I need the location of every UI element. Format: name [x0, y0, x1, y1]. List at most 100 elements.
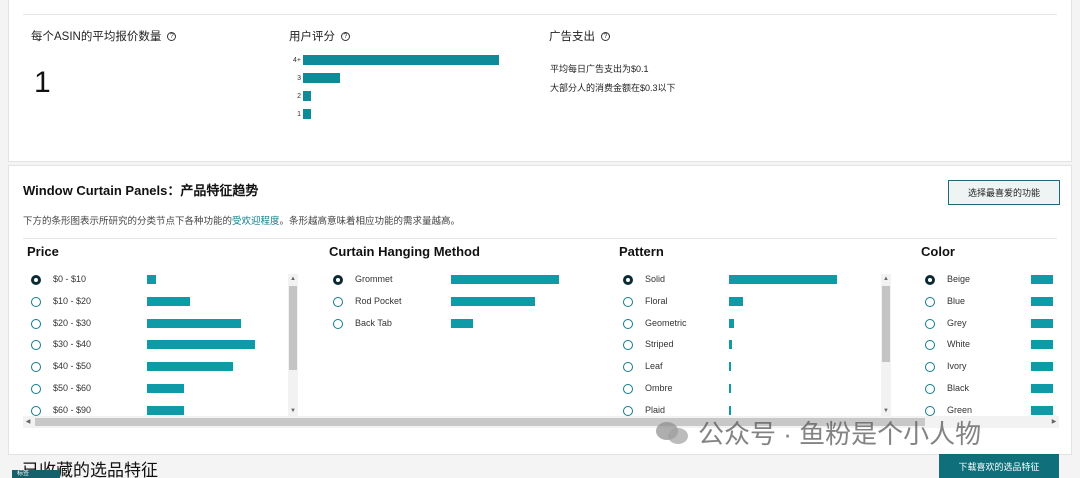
option-label: Ombre — [645, 383, 673, 393]
feature-option[interactable]: Leaf — [623, 360, 845, 374]
feature-panel-color: Color Beige Blue Grey White Ivory Black Green — [921, 244, 1053, 416]
radio-icon[interactable] — [31, 296, 41, 307]
help-icon[interactable]: ? — [167, 31, 177, 41]
feature-option[interactable]: Beige — [925, 273, 1061, 287]
feature-option[interactable]: $40 - $50 — [31, 360, 263, 374]
option-label: Blue — [947, 295, 966, 306]
radio-icon[interactable] — [623, 318, 633, 329]
panel-title: Color — [921, 244, 955, 259]
option-label: Grey — [947, 317, 967, 328]
radio-icon[interactable] — [925, 340, 935, 351]
divider — [23, 238, 1057, 239]
radio-icon[interactable] — [31, 318, 41, 329]
rating-row: 1 — [289, 109, 311, 119]
feature-option[interactable]: Blue — [925, 295, 1061, 309]
panel-title: Curtain Hanging Method — [329, 244, 480, 259]
popularity-link[interactable]: 受欢迎程度 — [232, 216, 280, 227]
option-bar — [729, 318, 734, 328]
feature-option[interactable]: Grommet — [333, 273, 567, 287]
scroll-up-icon[interactable]: ▲ — [881, 274, 891, 284]
radio-selected-icon[interactable] — [333, 275, 343, 285]
option-label: $0 - $10 — [53, 274, 87, 284]
feature-option[interactable]: Solid — [623, 273, 845, 287]
select-favorite-button[interactable]: 选择最喜爱的功能 — [948, 180, 1060, 205]
pattern-scrollbar[interactable]: ▲ ▼ — [881, 274, 891, 416]
radio-icon[interactable] — [31, 362, 41, 373]
feature-option[interactable]: Back Tab — [333, 317, 567, 331]
radio-icon[interactable] — [623, 340, 633, 351]
feature-option[interactable]: Floral — [623, 295, 845, 309]
radio-icon[interactable] — [623, 405, 633, 416]
feature-option[interactable]: Ombre — [623, 382, 845, 396]
description-text-end: 。条形越高意味着相应功能的需求量越高。 — [279, 216, 461, 227]
tag-chip[interactable]: 标签 — [12, 470, 60, 478]
rating-bar — [303, 109, 311, 119]
avg-offers-title: 每个ASIN的平均报价数量 — [31, 31, 162, 43]
feature-option[interactable]: $0 - $10 — [31, 273, 263, 287]
option-label: Beige — [947, 274, 971, 284]
scroll-right-icon[interactable]: ▶ — [1049, 416, 1059, 428]
download-favorites-button[interactable]: 下载喜欢的选品特征 — [939, 454, 1059, 478]
feature-option[interactable]: Ivory — [925, 360, 1061, 374]
radio-icon[interactable] — [31, 405, 41, 416]
feature-option[interactable]: $10 - $20 — [31, 295, 263, 309]
rating-row: 3 — [289, 73, 340, 83]
scroll-up-icon[interactable]: ▲ — [288, 274, 298, 284]
rating-label: 3 — [297, 74, 301, 82]
feature-panel-price: Price $0 - $10 $10 - $20 $20 - $30 $30 - $40… — [27, 244, 297, 416]
option-label: Leaf — [645, 361, 663, 372]
watermark-text: 公众号 · 鱼粉是个小人物 — [698, 419, 982, 449]
feature-panel-curtain-hanging-method: Curtain Hanging Method Grommet Rod Pocket B… — [329, 244, 599, 414]
panel-title: Price — [27, 244, 59, 259]
feature-trends-card: Window Curtain Panels：产品特征趋势 选择最喜爱的功能 下方… — [8, 165, 1072, 455]
option-bar — [147, 296, 190, 306]
option-bar — [147, 318, 241, 328]
option-label: $20 - $30 — [53, 317, 92, 328]
radio-icon[interactable] — [623, 296, 633, 307]
feature-option[interactable]: Rod Pocket — [333, 295, 567, 309]
radio-icon[interactable] — [333, 296, 343, 307]
scroll-thumb[interactable] — [882, 286, 890, 362]
help-icon[interactable]: ? — [601, 31, 610, 41]
feature-option[interactable]: Striped — [623, 338, 845, 352]
feature-option[interactable]: Black — [925, 382, 1061, 396]
option-label: Geometric — [645, 317, 687, 328]
scroll-thumb[interactable] — [289, 286, 297, 370]
rating-title: 用户评分 — [289, 31, 335, 43]
scroll-down-icon[interactable]: ▼ — [288, 406, 298, 416]
rating-label: 2 — [297, 92, 301, 100]
option-bar — [729, 296, 743, 306]
rating-row: 2 — [289, 91, 311, 101]
scroll-left-icon[interactable]: ◀ — [23, 416, 33, 428]
option-label: Rod Pocket — [355, 295, 402, 306]
avg-offers-value: 1 — [34, 66, 51, 99]
feature-option[interactable]: $20 - $30 — [31, 317, 263, 331]
option-bar — [147, 384, 184, 393]
radio-icon[interactable] — [623, 362, 633, 373]
option-label: Grommet — [355, 274, 393, 284]
radio-selected-icon[interactable] — [31, 275, 41, 285]
radio-icon[interactable] — [925, 362, 935, 373]
radio-icon[interactable] — [925, 384, 935, 394]
radio-icon[interactable] — [623, 384, 633, 394]
description-text: 下方的条形图表示所研究的分类节点下各种功能的 — [23, 216, 233, 227]
option-label: White — [947, 339, 971, 350]
radio-selected-icon[interactable] — [623, 275, 633, 285]
feature-option[interactable]: $30 - $40 — [31, 338, 263, 352]
feature-option[interactable]: Geometric — [623, 317, 845, 331]
radio-icon[interactable] — [31, 340, 41, 351]
option-label: Black — [947, 383, 970, 393]
radio-icon[interactable] — [925, 318, 935, 329]
feature-option[interactable]: $50 - $60 — [31, 382, 263, 396]
radio-selected-icon[interactable] — [925, 275, 935, 285]
radio-icon[interactable] — [333, 318, 343, 329]
ad-spend-title: 广告支出 — [549, 31, 595, 43]
help-icon[interactable]: ? — [341, 31, 350, 41]
price-scrollbar[interactable]: ▲ ▼ — [288, 274, 298, 416]
radio-icon[interactable] — [925, 296, 935, 307]
radio-icon[interactable] — [31, 384, 41, 394]
option-bar — [729, 275, 837, 284]
option-label: Solid — [645, 274, 666, 284]
feature-option[interactable]: Grey — [925, 317, 1061, 331]
feature-option[interactable]: White — [925, 338, 1061, 352]
